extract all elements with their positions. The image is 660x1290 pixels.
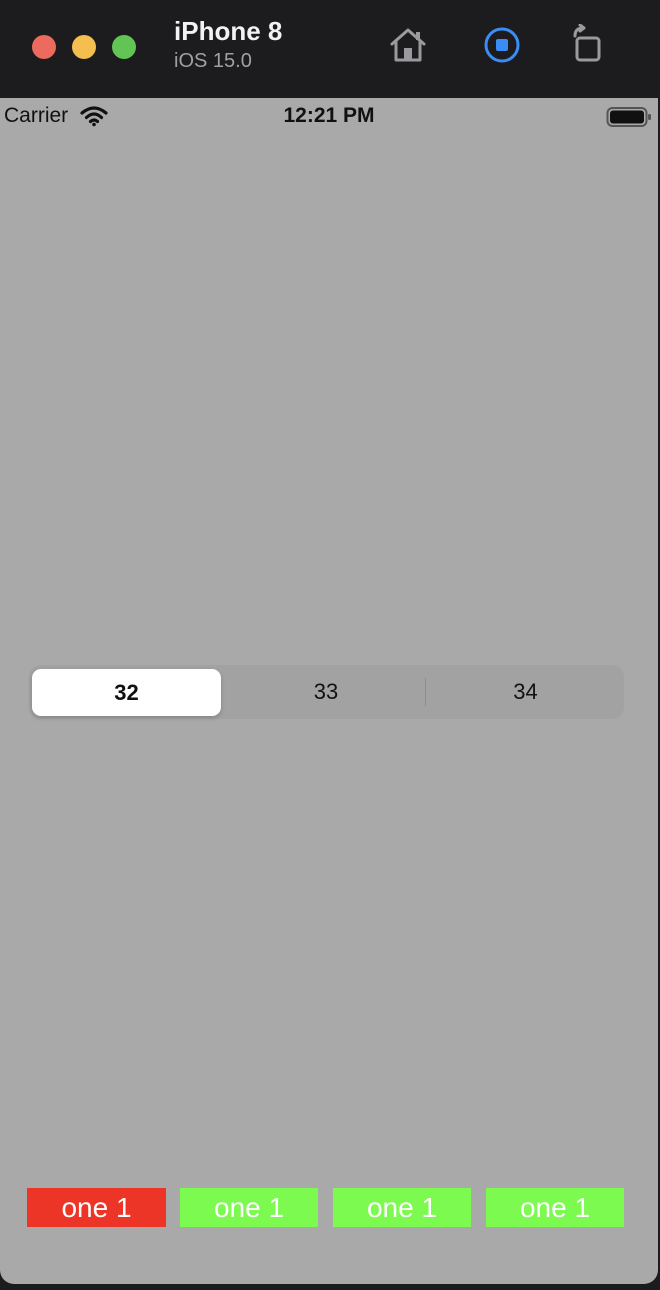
segment-34[interactable]: 34 [427,665,624,719]
simulator-window: iPhone 8 iOS 15.0 Carrier 12:21 PM 32 33… [0,0,660,1290]
label-red: one 1 [27,1188,166,1227]
home-button[interactable] [387,24,429,66]
segment-divider [425,678,426,706]
segment-32[interactable]: 32 [32,669,221,716]
zoom-window-button[interactable] [112,35,136,59]
segmented-control: 32 33 34 [29,665,624,719]
screenshot-icon [484,27,520,63]
close-window-button[interactable] [32,35,56,59]
status-bar: Carrier 12:21 PM [0,98,658,138]
status-time: 12:21 PM [283,104,375,127]
device-name: iPhone 8 [174,16,283,46]
device-screen: Carrier 12:21 PM 32 33 34 one 1 one 1 on… [0,98,658,1284]
screenshot-button[interactable] [481,24,523,66]
os-version: iOS 15.0 [174,50,252,72]
segment-33[interactable]: 33 [227,665,425,719]
label-green-2: one 1 [333,1188,471,1227]
rotate-icon [573,24,601,62]
simulator-titlebar: iPhone 8 iOS 15.0 [0,0,660,98]
home-icon [390,28,426,62]
rotate-button[interactable] [567,24,609,66]
minimize-window-button[interactable] [72,35,96,59]
battery-icon [606,107,651,127]
label-green-3: one 1 [486,1188,624,1227]
label-green-1: one 1 [180,1188,318,1227]
